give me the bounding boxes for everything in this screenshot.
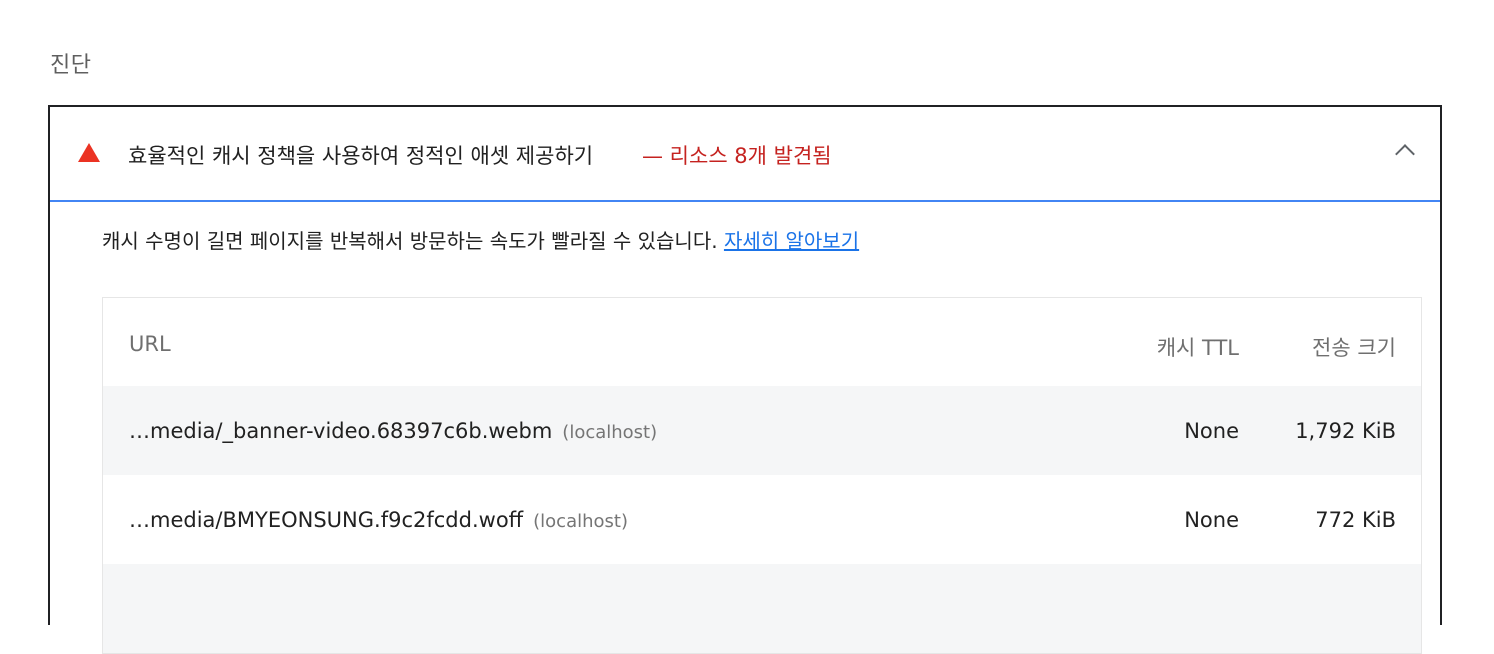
section-title: 진단 bbox=[50, 53, 92, 78]
chevron-up-icon[interactable] bbox=[1395, 144, 1415, 164]
description-text: 캐시 수명이 길면 페이지를 반복해서 방문하는 속도가 빨라질 수 있습니다. bbox=[102, 229, 718, 253]
details-table: URL 캐시 TTL 전송 크기 …media/_banner-video.68… bbox=[102, 297, 1422, 654]
url-text[interactable]: …media/_banner-video.68397c6b.webm bbox=[129, 419, 552, 443]
url-host: (localhost) bbox=[562, 422, 658, 443]
audit-header[interactable]: 효율적인 캐시 정책을 사용하여 정적인 애셋 제공하기 — 리소스 8개 발견… bbox=[50, 107, 1440, 202]
table-header: URL 캐시 TTL 전송 크기 bbox=[103, 298, 1421, 386]
row-cache-ttl: None bbox=[1184, 508, 1239, 532]
table-row: …media/_banner-video.68397c6b.webm (local… bbox=[103, 386, 1421, 475]
row-transfer-size: 1,792 KiB bbox=[1295, 419, 1396, 443]
column-header-cache-ttl: 캐시 TTL bbox=[1156, 336, 1239, 360]
table-row-partial bbox=[103, 564, 1421, 653]
url-text[interactable]: …media/BMYEONSUNG.f9c2fcdd.woff bbox=[129, 508, 523, 532]
audit-display-value: — 리소스 8개 발견됨 bbox=[642, 144, 832, 168]
table-row: …media/BMYEONSUNG.f9c2fcdd.woff (localhos… bbox=[103, 475, 1421, 564]
audit-card: 효율적인 캐시 정책을 사용하여 정적인 애셋 제공하기 — 리소스 8개 발견… bbox=[48, 105, 1442, 654]
row-url: …media/_banner-video.68397c6b.webm (local… bbox=[129, 419, 657, 443]
warning-triangle-icon bbox=[78, 143, 100, 162]
learn-more-link[interactable]: 자세히 알아보기 bbox=[724, 229, 859, 253]
row-cache-ttl: None bbox=[1184, 419, 1239, 443]
audit-description: 캐시 수명이 길면 페이지를 반복해서 방문하는 속도가 빨라질 수 있습니다.… bbox=[102, 225, 859, 254]
url-host: (localhost) bbox=[533, 511, 628, 532]
column-header-url: URL bbox=[129, 332, 171, 356]
row-transfer-size: 772 KiB bbox=[1315, 508, 1396, 532]
column-header-transfer-size: 전송 크기 bbox=[1312, 336, 1396, 360]
audit-title: 효율적인 캐시 정책을 사용하여 정적인 애셋 제공하기 bbox=[128, 144, 594, 168]
row-url: …media/BMYEONSUNG.f9c2fcdd.woff (localhos… bbox=[129, 508, 628, 532]
